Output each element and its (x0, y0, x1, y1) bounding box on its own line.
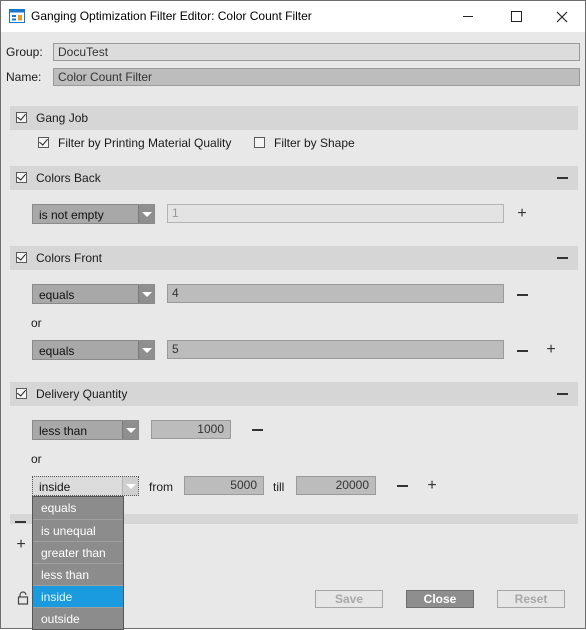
colors-back-checkbox[interactable] (16, 172, 27, 183)
colors-back-value-input[interactable]: 1 (167, 204, 504, 223)
delivery-quantity-label: Delivery Quantity (36, 387, 128, 401)
delivery-condition-value-2: inside (39, 480, 71, 494)
save-button[interactable]: Save (315, 590, 383, 608)
name-label: Name: (6, 70, 42, 84)
colors-back-condition-value: is not empty (39, 208, 104, 222)
dropdown-option-less-than[interactable]: less than (33, 563, 123, 585)
colors-front-checkbox[interactable] (16, 252, 27, 263)
dropdown-option-outside[interactable]: outside (33, 607, 123, 629)
remove-delivery-row-1-button[interactable] (252, 429, 263, 431)
plus-icon: + (427, 477, 437, 494)
dropdown-option-equals[interactable]: equals (33, 497, 123, 519)
maximize-button[interactable] (493, 1, 539, 32)
delivery-till-input[interactable]: 20000 (296, 476, 376, 495)
colors-front-value-input-1[interactable]: 4 (167, 284, 504, 303)
filter-quality-checkbox[interactable] (38, 137, 49, 148)
chevron-down-icon (138, 341, 154, 359)
add-colors-back-row-button[interactable]: + (515, 205, 529, 222)
colors-front-condition-select-2[interactable]: equals (32, 340, 155, 360)
delivery-condition-select-1[interactable]: less than (32, 420, 139, 440)
group-label: Group: (6, 45, 43, 59)
remove-colors-front-row-1-button[interactable] (517, 294, 528, 296)
condition-dropdown-list: equals is unequal greater than less than… (32, 496, 124, 630)
plus-icon: + (517, 205, 527, 222)
from-label: from (149, 480, 173, 494)
collapse-colors-back-icon[interactable] (557, 177, 568, 179)
delivery-quantity-checkbox[interactable] (16, 388, 27, 399)
delivery-condition-select-2[interactable]: inside (32, 476, 139, 496)
colors-front-value-input-2[interactable]: 5 (167, 340, 504, 359)
collapsed-section-minus-icon (15, 521, 26, 523)
window-title: Ganging Optimization Filter Editor: Colo… (31, 9, 312, 23)
plus-icon: + (546, 341, 556, 358)
close-button[interactable]: Close (406, 590, 474, 608)
add-colors-front-row-button[interactable]: + (544, 341, 558, 358)
colors-front-label: Colors Front (36, 251, 103, 265)
filter-shape-checkbox[interactable] (254, 137, 265, 148)
or-label-delivery: or (31, 452, 42, 466)
gang-job-section (10, 106, 578, 130)
collapse-delivery-quantity-icon[interactable] (557, 393, 568, 395)
reset-button[interactable]: Reset (497, 590, 565, 608)
delivery-from-input[interactable]: 5000 (184, 476, 264, 495)
chevron-down-icon (138, 205, 154, 223)
chevron-down-icon (138, 285, 154, 303)
close-window-button[interactable] (539, 1, 585, 32)
gang-job-checkbox[interactable] (16, 112, 27, 123)
gang-job-label: Gang Job (36, 111, 89, 125)
colors-back-condition-select[interactable]: is not empty (32, 204, 155, 224)
name-field[interactable]: Color Count Filter (53, 68, 580, 86)
collapse-colors-front-icon[interactable] (557, 257, 568, 259)
title-bar[interactable]: Ganging Optimization Filter Editor: Colo… (1, 1, 585, 32)
filter-editor-icon (9, 9, 25, 23)
minimize-button[interactable] (445, 1, 491, 32)
till-label: till (273, 480, 285, 494)
delivery-value-input-1[interactable]: 1000 (151, 420, 231, 439)
remove-delivery-row-2-button[interactable] (397, 485, 408, 487)
remove-colors-front-row-2-button[interactable] (517, 350, 528, 352)
add-delivery-row-button[interactable]: + (425, 477, 439, 494)
or-label-front: or (31, 316, 42, 330)
maximize-icon (510, 11, 522, 22)
colors-front-condition-value-1: equals (39, 288, 75, 302)
dropdown-option-inside[interactable]: inside (33, 585, 123, 607)
colors-back-label: Colors Back (36, 171, 101, 185)
dropdown-option-greater-than[interactable]: greater than (33, 541, 123, 563)
add-filter-button[interactable]: + (14, 536, 28, 553)
group-field[interactable]: DocuTest (53, 43, 580, 61)
chevron-down-icon (122, 477, 138, 495)
dropdown-option-is-unequal[interactable]: is unequal (33, 519, 123, 541)
delivery-condition-value-1: less than (39, 424, 88, 438)
chevron-down-icon (122, 421, 138, 439)
colors-front-condition-select-1[interactable]: equals (32, 284, 155, 304)
filter-quality-label: Filter by Printing Material Quality (58, 136, 232, 150)
lock-icon (17, 591, 29, 605)
minimize-icon (463, 16, 473, 17)
plus-icon: + (16, 536, 26, 553)
filter-shape-label: Filter by Shape (274, 136, 355, 150)
dialog-window: Ganging Optimization Filter Editor: Colo… (0, 0, 586, 630)
close-icon (556, 11, 568, 22)
colors-front-condition-value-2: equals (39, 344, 75, 358)
